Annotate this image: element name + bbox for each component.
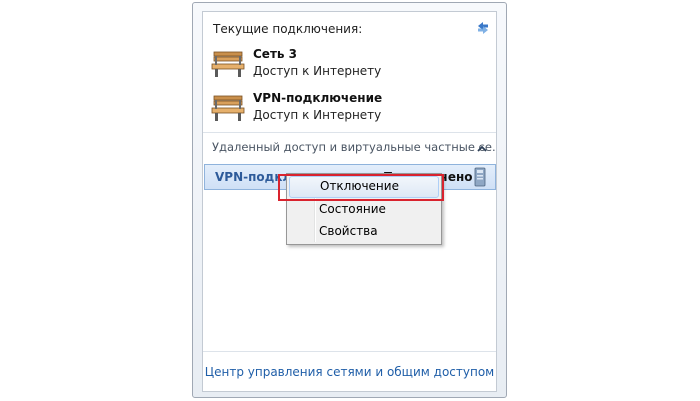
footer-divider: [203, 351, 496, 352]
connection-status: Доступ к Интернету: [253, 108, 382, 122]
menu-item-disconnect[interactable]: Отключение: [289, 176, 439, 198]
section-divider: [203, 132, 496, 133]
connection-name: Сеть 3: [253, 47, 298, 61]
network-sharing-center-link[interactable]: Центр управления сетями и общим доступом: [203, 365, 496, 379]
network-bench-icon: [211, 95, 245, 121]
menu-item-properties[interactable]: Свойства: [289, 221, 439, 243]
connection-item-vpn[interactable]: VPN-подключение Доступ к Интернету: [211, 91, 491, 127]
vpn-connection-icon: [474, 167, 486, 187]
connection-status: Доступ к Интернету: [253, 64, 382, 78]
menu-item-status[interactable]: Состояние: [289, 199, 439, 221]
network-bench-icon: [211, 51, 245, 77]
connection-name: VPN-подключение: [253, 91, 383, 105]
connection-item-network-3[interactable]: Сеть 3 Доступ к Интернету: [211, 47, 491, 83]
context-menu: Отключение Состояние Свойства: [286, 173, 442, 245]
refresh-icon[interactable]: [475, 20, 491, 36]
chevron-up-icon[interactable]: [477, 145, 487, 153]
current-connections-title: Текущие подключения:: [213, 22, 363, 36]
remote-access-section-header[interactable]: Удаленный доступ и виртуальные частные с…: [212, 140, 495, 158]
